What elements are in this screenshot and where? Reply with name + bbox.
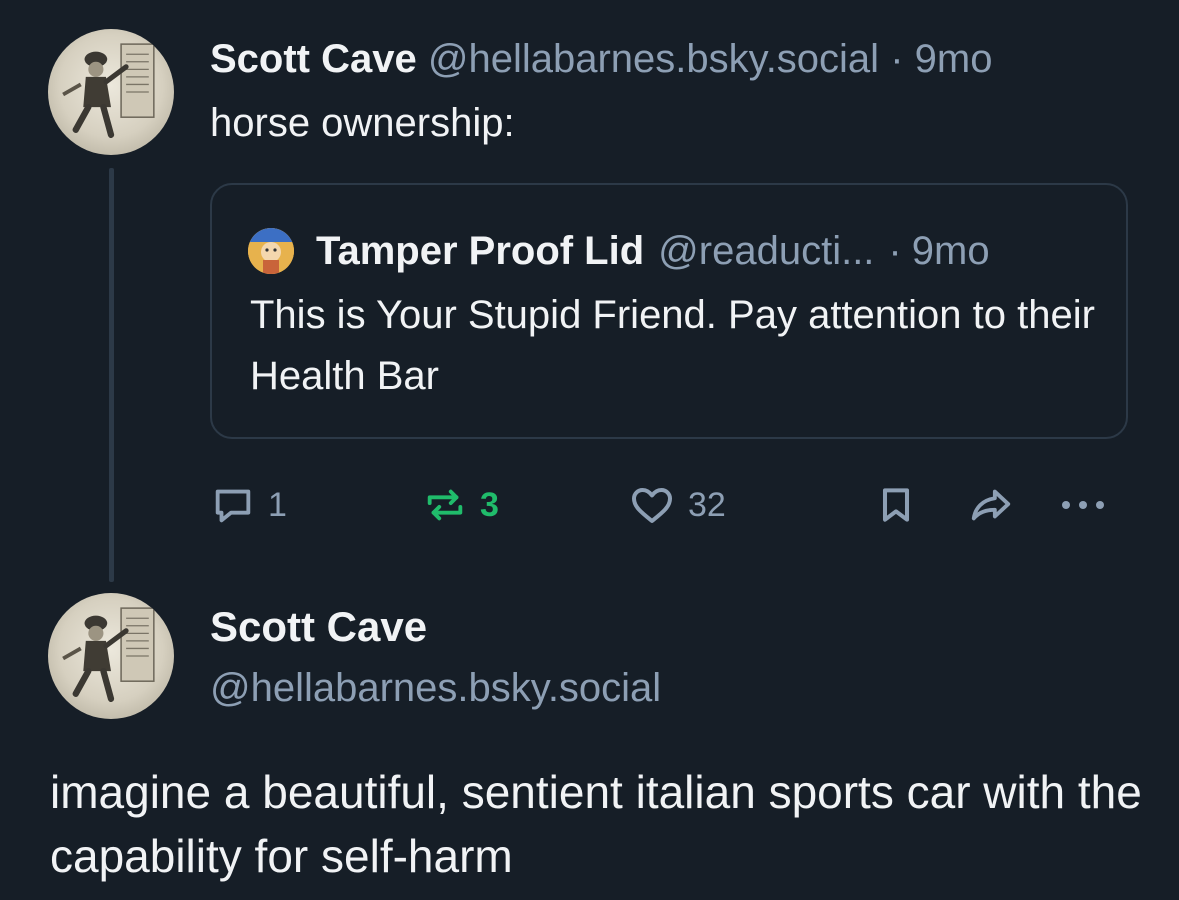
post2-handle[interactable]: @hellabarnes.bsky.social (210, 660, 661, 716)
post1-avatar[interactable] (48, 29, 174, 155)
reply-button[interactable]: 1 (210, 475, 287, 535)
more-options-button[interactable] (1058, 475, 1108, 535)
quote-handle[interactable]: @readucti... (658, 229, 874, 274)
more-icon (1062, 501, 1104, 509)
like-count: 32 (688, 485, 726, 524)
post1-time[interactable]: 9mo (915, 37, 993, 81)
post1-author-name[interactable]: Scott Cave (210, 37, 417, 81)
post1-text: horse ownership: (210, 101, 515, 145)
post2-text: imagine a beautiful, sentient italian sp… (50, 766, 1142, 882)
quote-time[interactable]: 9mo (912, 229, 990, 274)
quote-author-name[interactable]: Tamper Proof Lid (316, 229, 644, 274)
post1-header: Scott Cave @hellabarnes.bsky.social · 9m… (210, 30, 992, 88)
bookmark-button[interactable] (874, 475, 918, 535)
quote-avatar[interactable] (248, 228, 294, 274)
share-button[interactable] (966, 475, 1016, 535)
quote-separator: · (888, 228, 902, 273)
bookmark-icon (882, 488, 910, 522)
post1-handle[interactable]: @hellabarnes.bsky.social (428, 37, 879, 81)
cartoon-avatar-icon (248, 228, 294, 274)
reply-icon (215, 489, 251, 523)
post2-author-name[interactable]: Scott Cave (210, 598, 427, 656)
repost-button[interactable]: 3 (422, 475, 499, 535)
vintage-illustration-avatar-icon (62, 607, 155, 702)
like-button[interactable]: 32 (628, 475, 726, 535)
quote-card[interactable]: Tamper Proof Lid @readucti... · 9mo This… (210, 183, 1128, 439)
quote-header: Tamper Proof Lid @readucti... · 9mo (248, 225, 990, 277)
post2-avatar[interactable] (48, 593, 174, 719)
post1-action-bar: 1 3 32 (0, 475, 1179, 535)
quote-text: This is Your Stupid Friend. Pay attentio… (250, 293, 1095, 398)
repost-count: 3 (480, 485, 499, 524)
repost-icon (427, 489, 463, 521)
vintage-illustration-avatar-icon (62, 43, 155, 138)
post1-separator: · (890, 37, 904, 81)
share-icon (971, 489, 1011, 521)
like-icon (632, 488, 672, 523)
reply-count: 1 (268, 485, 287, 524)
